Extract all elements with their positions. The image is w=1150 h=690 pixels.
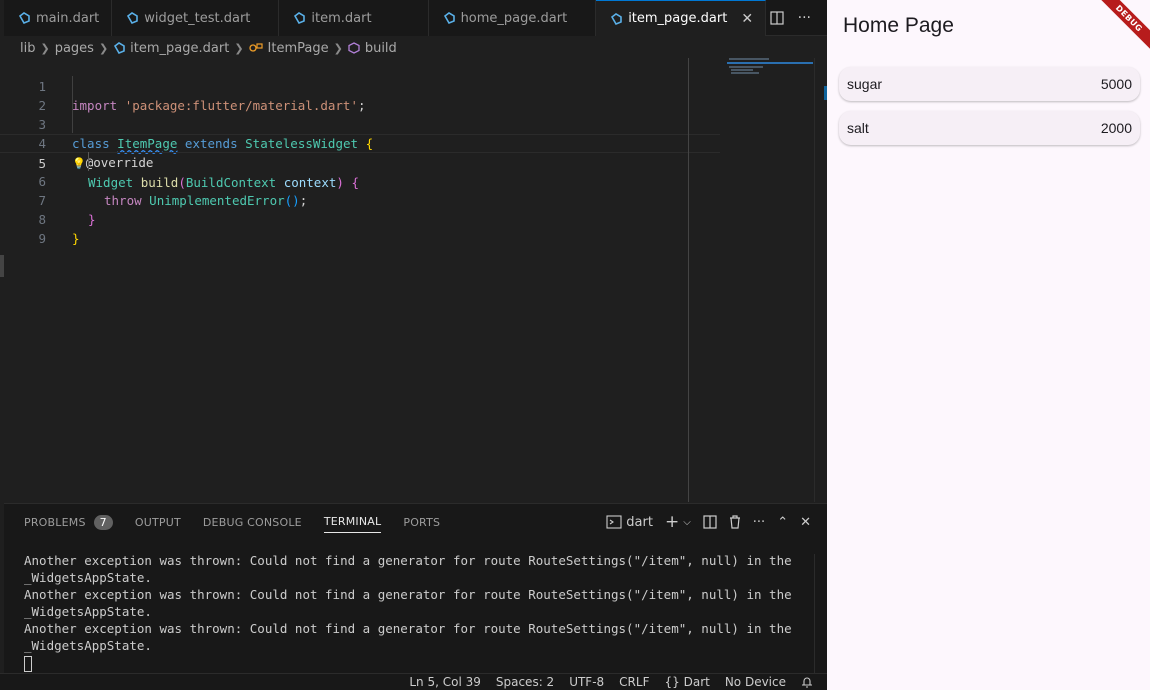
device-selector[interactable]: No Device (725, 675, 786, 689)
close-tab-icon[interactable]: ✕ (741, 11, 753, 27)
code-line: 6 throw UnimplementedError(); (0, 153, 720, 208)
bottom-panel: PROBLEMS 7 OUTPUT DEBUG CONSOLE TERMINAL … (4, 503, 827, 674)
editor-ruler (688, 58, 689, 502)
tab-output[interactable]: OUTPUT (135, 504, 181, 540)
indent-guide (88, 152, 89, 171)
debug-banner: DEBUG (1092, 0, 1150, 55)
tab-label: item.dart (311, 10, 372, 26)
breadcrumb-item[interactable]: ItemPage (268, 41, 329, 56)
code-line: 2 (0, 77, 720, 113)
chevron-right-icon: ❯ (40, 41, 50, 55)
code-line: 1 import 'package:flutter/material.dart'… (0, 58, 720, 113)
dart-file-icon (443, 12, 455, 24)
notifications-icon[interactable] (801, 676, 813, 688)
class-symbol-icon (248, 43, 263, 52)
terminal-line: Another exception was thrown: Could not … (24, 587, 792, 602)
tab-label: home_page.dart (460, 10, 568, 26)
indent-guide (72, 76, 73, 133)
split-editor-icon[interactable] (770, 10, 784, 25)
editor-actions: ··· (770, 0, 827, 35)
dart-file-icon (114, 42, 125, 54)
code-line-current: 5 Widget build(BuildContext context) { (0, 134, 720, 190)
tab-home-page-dart[interactable]: home_page.dart (428, 0, 597, 36)
more-actions-icon[interactable]: ··· (798, 10, 811, 26)
item-value: 5000 (1100, 76, 1132, 92)
terminal-line: _WidgetsAppState. (24, 570, 152, 585)
item-name: sugar (847, 76, 883, 92)
breadcrumb-item[interactable]: pages (55, 41, 94, 56)
tab-bar: main.dart widget_test.dart item.dart hom… (4, 0, 827, 36)
indentation[interactable]: Spaces: 2 (496, 675, 554, 689)
editor-scrollbar[interactable] (814, 58, 828, 502)
terminal-output[interactable]: Another exception was thrown: Could not … (24, 552, 814, 672)
terminal-line: _WidgetsAppState. (24, 604, 152, 619)
code-editor[interactable]: 1 import 'package:flutter/material.dart'… (0, 58, 720, 246)
terminal-line: _WidgetsAppState. (24, 638, 152, 653)
dart-file-icon (294, 12, 306, 24)
terminal-selector[interactable]: dart (606, 515, 653, 530)
tab-label: main.dart (36, 10, 100, 26)
terminal-icon (606, 515, 622, 529)
tab-label: item_page.dart (628, 11, 728, 26)
terminal-line: Another exception was thrown: Could not … (24, 621, 792, 636)
chevron-down-icon[interactable]: ⌵ (683, 517, 691, 528)
tab-item-dart[interactable]: item.dart (279, 0, 429, 36)
method-symbol-icon (348, 42, 360, 54)
encoding[interactable]: UTF-8 (569, 675, 604, 689)
code-line: 9 (0, 210, 720, 246)
code-line: 7 } (0, 172, 720, 227)
tab-debug-console[interactable]: DEBUG CONSOLE (203, 504, 302, 540)
tab-ports[interactable]: PORTS (403, 504, 440, 540)
item-name: salt (847, 120, 869, 136)
line-number: 9 (38, 231, 46, 246)
tab-widget-test-dart[interactable]: widget_test.dart (112, 0, 280, 36)
page-title: Home Page (843, 14, 954, 37)
add-terminal-icon[interactable]: + (665, 512, 679, 532)
chevron-right-icon: ❯ (234, 41, 244, 55)
terminal-cursor (24, 655, 32, 672)
minimap-viewport (727, 62, 813, 64)
item-value: 2000 (1100, 120, 1132, 136)
chevron-right-icon: ❯ (333, 41, 343, 55)
braces-icon: {} (664, 675, 680, 689)
editor-window: main.dart widget_test.dart item.dart hom… (0, 0, 828, 690)
minimap[interactable] (727, 58, 813, 502)
breadcrumb-item[interactable]: item_page.dart (130, 41, 229, 56)
code-line: 4 💡@override (0, 115, 720, 170)
maximize-panel-icon[interactable]: ⌃ (777, 515, 788, 530)
dart-file-icon (127, 12, 139, 24)
language-mode[interactable]: {} Dart (664, 675, 709, 689)
close-panel-icon[interactable]: ✕ (800, 515, 811, 530)
more-actions-icon[interactable]: ··· (753, 515, 765, 530)
tab-main-dart[interactable]: main.dart (4, 0, 113, 36)
code-line: 3 class ItemPage extends StatelessWidget… (0, 96, 720, 151)
list-item[interactable]: salt 2000 (839, 111, 1140, 145)
tab-problems[interactable]: PROBLEMS 7 (24, 504, 113, 540)
problems-count-badge: 7 (93, 514, 113, 530)
code-line: 8 } (0, 191, 720, 246)
dart-file-icon (18, 12, 30, 24)
tab-terminal[interactable]: TERMINAL (323, 511, 382, 533)
flutter-app-window: DEBUG Home Page sugar 5000 salt 2000 (827, 0, 1150, 690)
panel-actions: dart + ⌵ ··· ⌃ ✕ (606, 512, 811, 532)
tab-label: widget_test.dart (144, 10, 251, 26)
status-bar: Ln 5, Col 39 Spaces: 2 UTF-8 CRLF {} Dar… (0, 673, 827, 690)
cursor-position[interactable]: Ln 5, Col 39 (409, 675, 481, 689)
breadcrumb-item[interactable]: build (365, 41, 397, 56)
split-terminal-icon[interactable] (703, 515, 717, 529)
dart-file-icon (611, 12, 622, 25)
list-item[interactable]: sugar 5000 (839, 67, 1140, 101)
chevron-right-icon: ❯ (98, 41, 109, 55)
terminal-scrollbar[interactable] (814, 554, 827, 674)
trash-icon[interactable] (729, 515, 741, 529)
tab-item-page-dart[interactable]: item_page.dart ✕ (596, 0, 767, 36)
breadcrumb-item[interactable]: lib (20, 41, 35, 56)
line-ending[interactable]: CRLF (619, 675, 649, 689)
terminal-name: dart (626, 514, 653, 530)
breadcrumb: lib ❯ pages ❯ item_page.dart ❯ ItemPage … (20, 38, 397, 58)
terminal-line: Another exception was thrown: Could not … (24, 553, 792, 568)
